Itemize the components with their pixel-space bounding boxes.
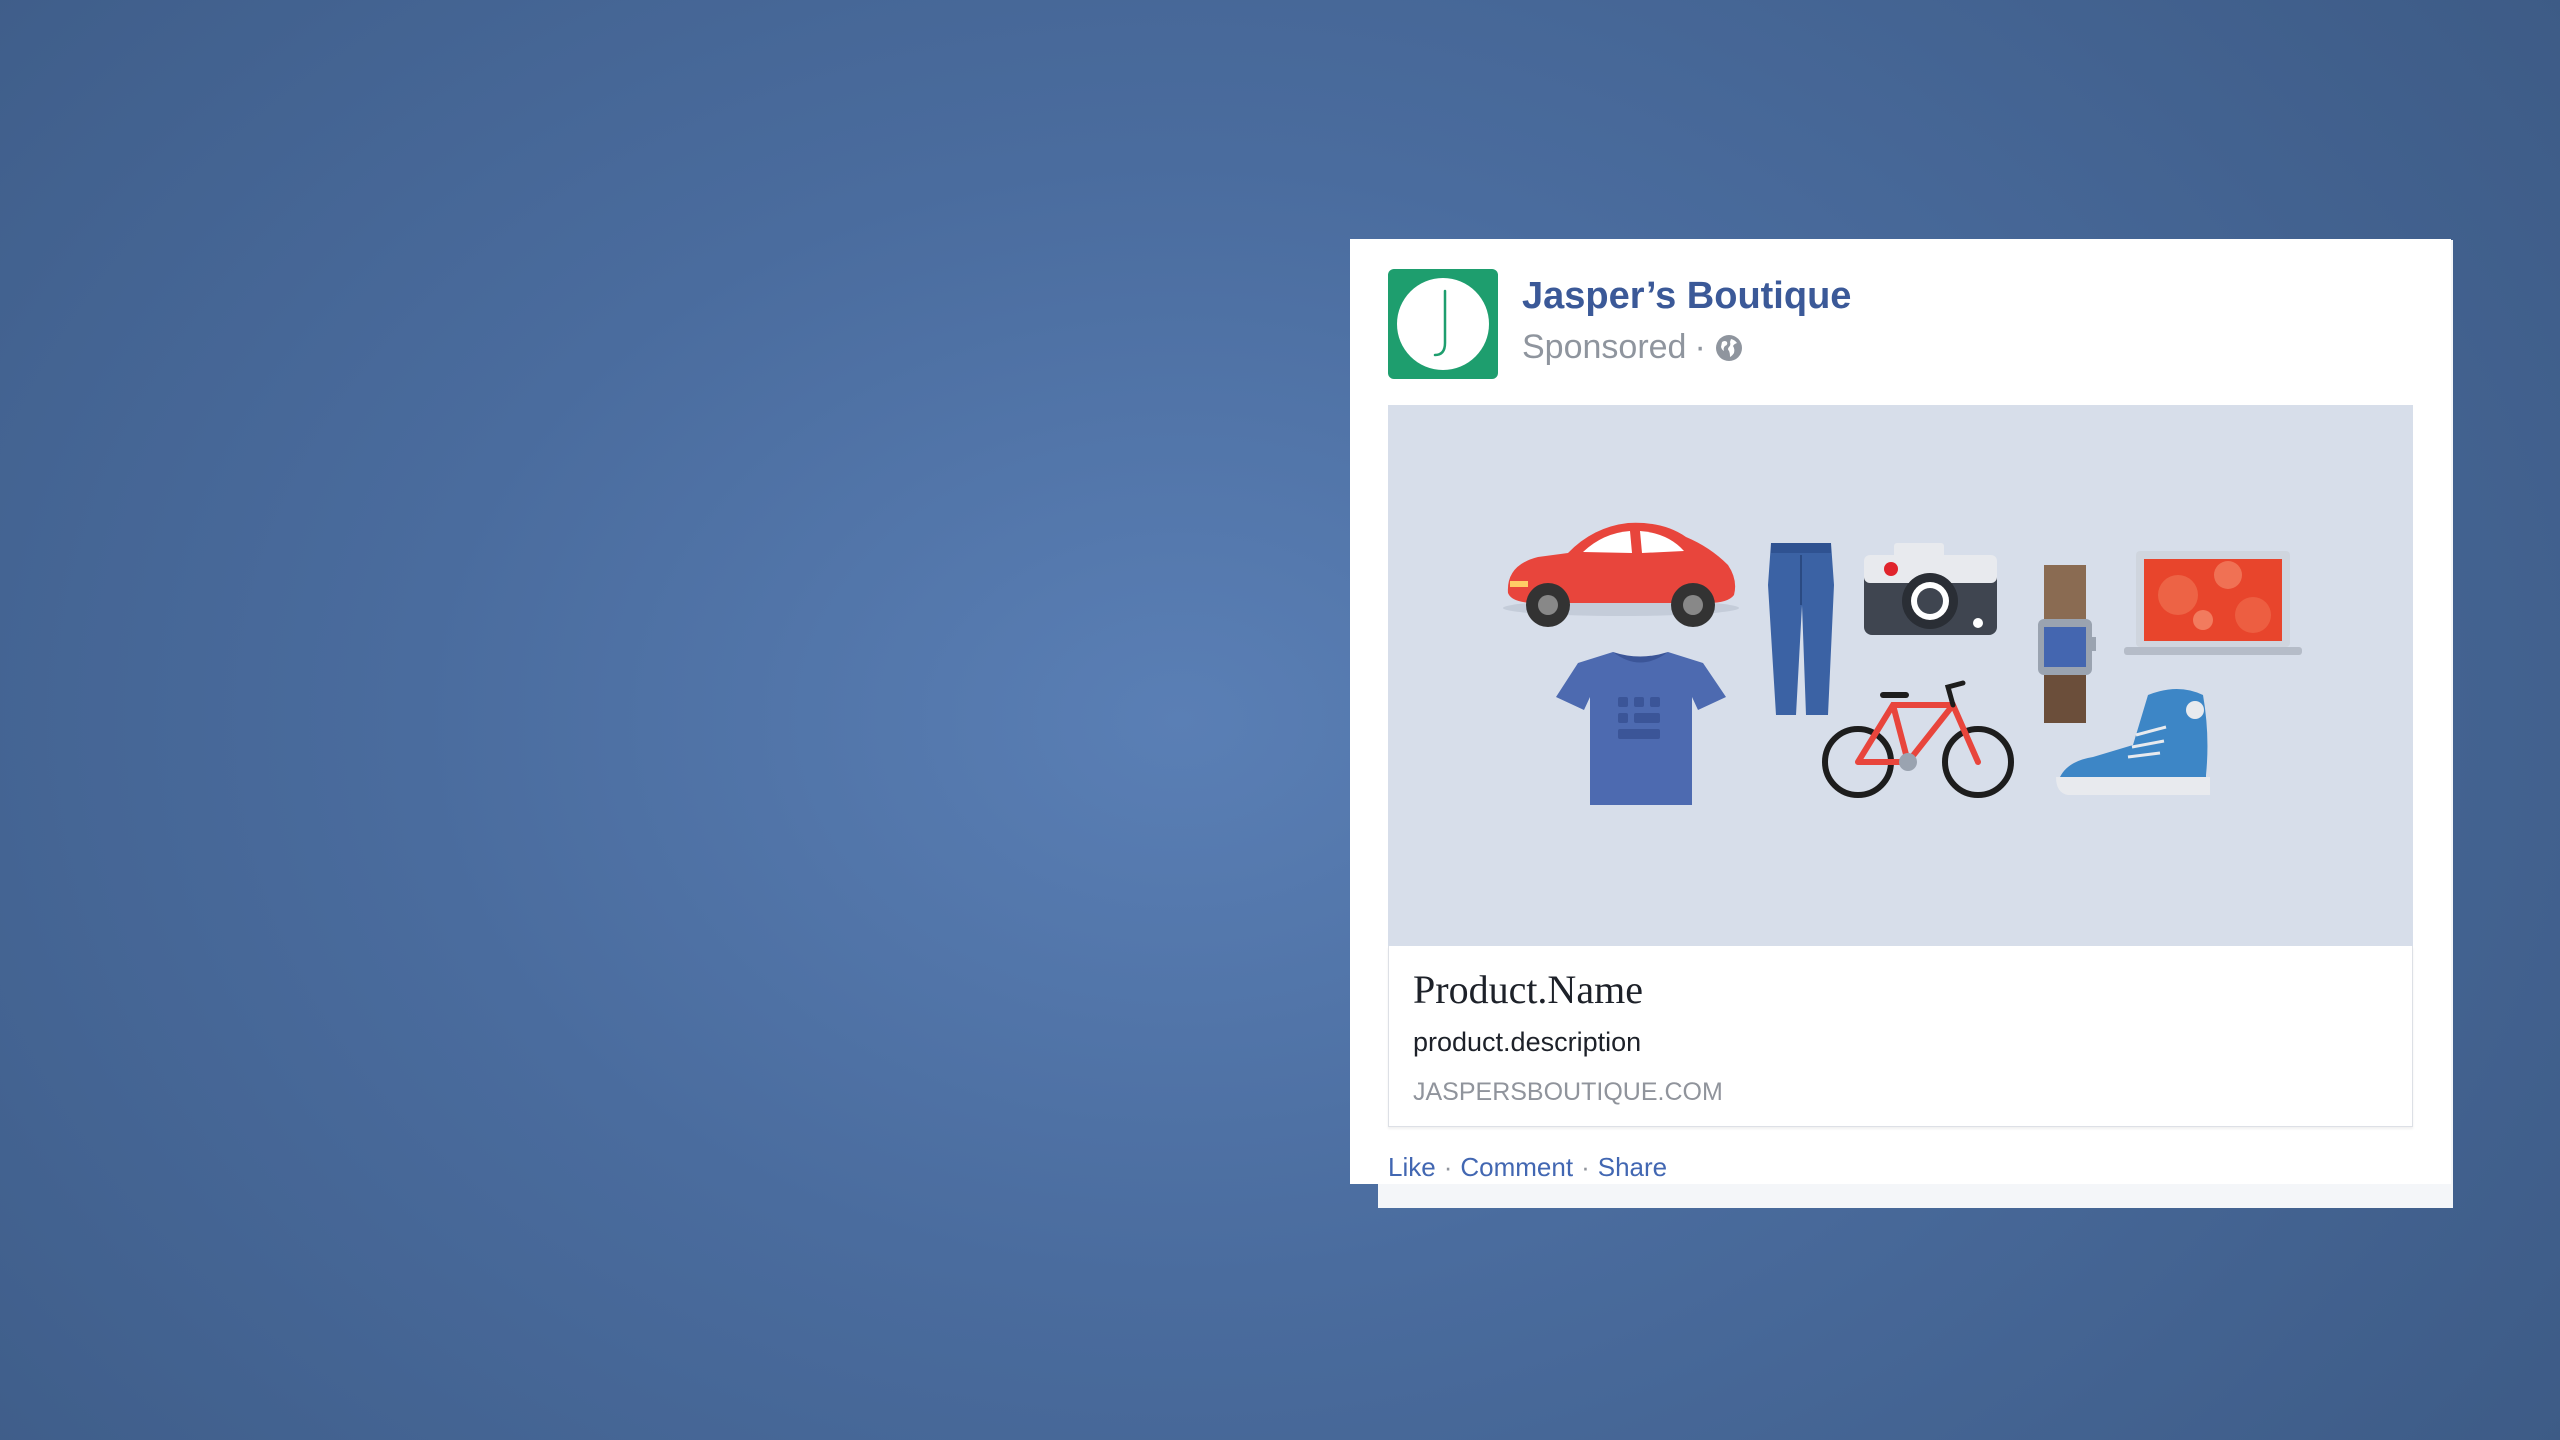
meta-separator: · [1694, 328, 1706, 366]
page-name-link[interactable]: Jasper’s Boutique [1522, 275, 1851, 318]
avatar-logo [1397, 278, 1489, 370]
globe-icon[interactable] [1714, 333, 1744, 363]
car-icon [1503, 522, 1739, 627]
tshirt-icon [1556, 652, 1726, 805]
ad-creative-image[interactable] [1388, 405, 2413, 946]
share-link[interactable]: Share [1598, 1152, 1667, 1183]
avatar-letter-j [1433, 289, 1447, 357]
page-avatar[interactable] [1388, 269, 1498, 379]
bicycle-icon [1822, 680, 2014, 798]
product-title[interactable]: Product.Name [1413, 966, 1643, 1013]
comment-link[interactable]: Comment [1460, 1152, 1573, 1183]
action-separator: · [1443, 1152, 1453, 1182]
sponsored-label[interactable]: Sponsored [1522, 328, 1686, 367]
link-domain: JASPERSBOUTIQUE.COM [1413, 1078, 1723, 1106]
sponsored-post: Jasper’s Boutique Sponsored · Product.Na… [1350, 239, 2451, 1184]
camera-icon [1864, 543, 1997, 635]
laptop-icon [2124, 551, 2302, 655]
watch-icon [2038, 565, 2096, 723]
link-preview[interactable]: Product.Name product.description JASPERS… [1388, 946, 2413, 1127]
product-description: product.description [1413, 1027, 1642, 1057]
action-separator: · [1581, 1152, 1590, 1182]
jeans-icon [1768, 543, 1834, 715]
post-meta: Sponsored · [1522, 328, 1744, 367]
post-actions: Like · Comment · Share [1388, 1152, 1667, 1183]
like-link[interactable]: Like [1388, 1152, 1436, 1183]
